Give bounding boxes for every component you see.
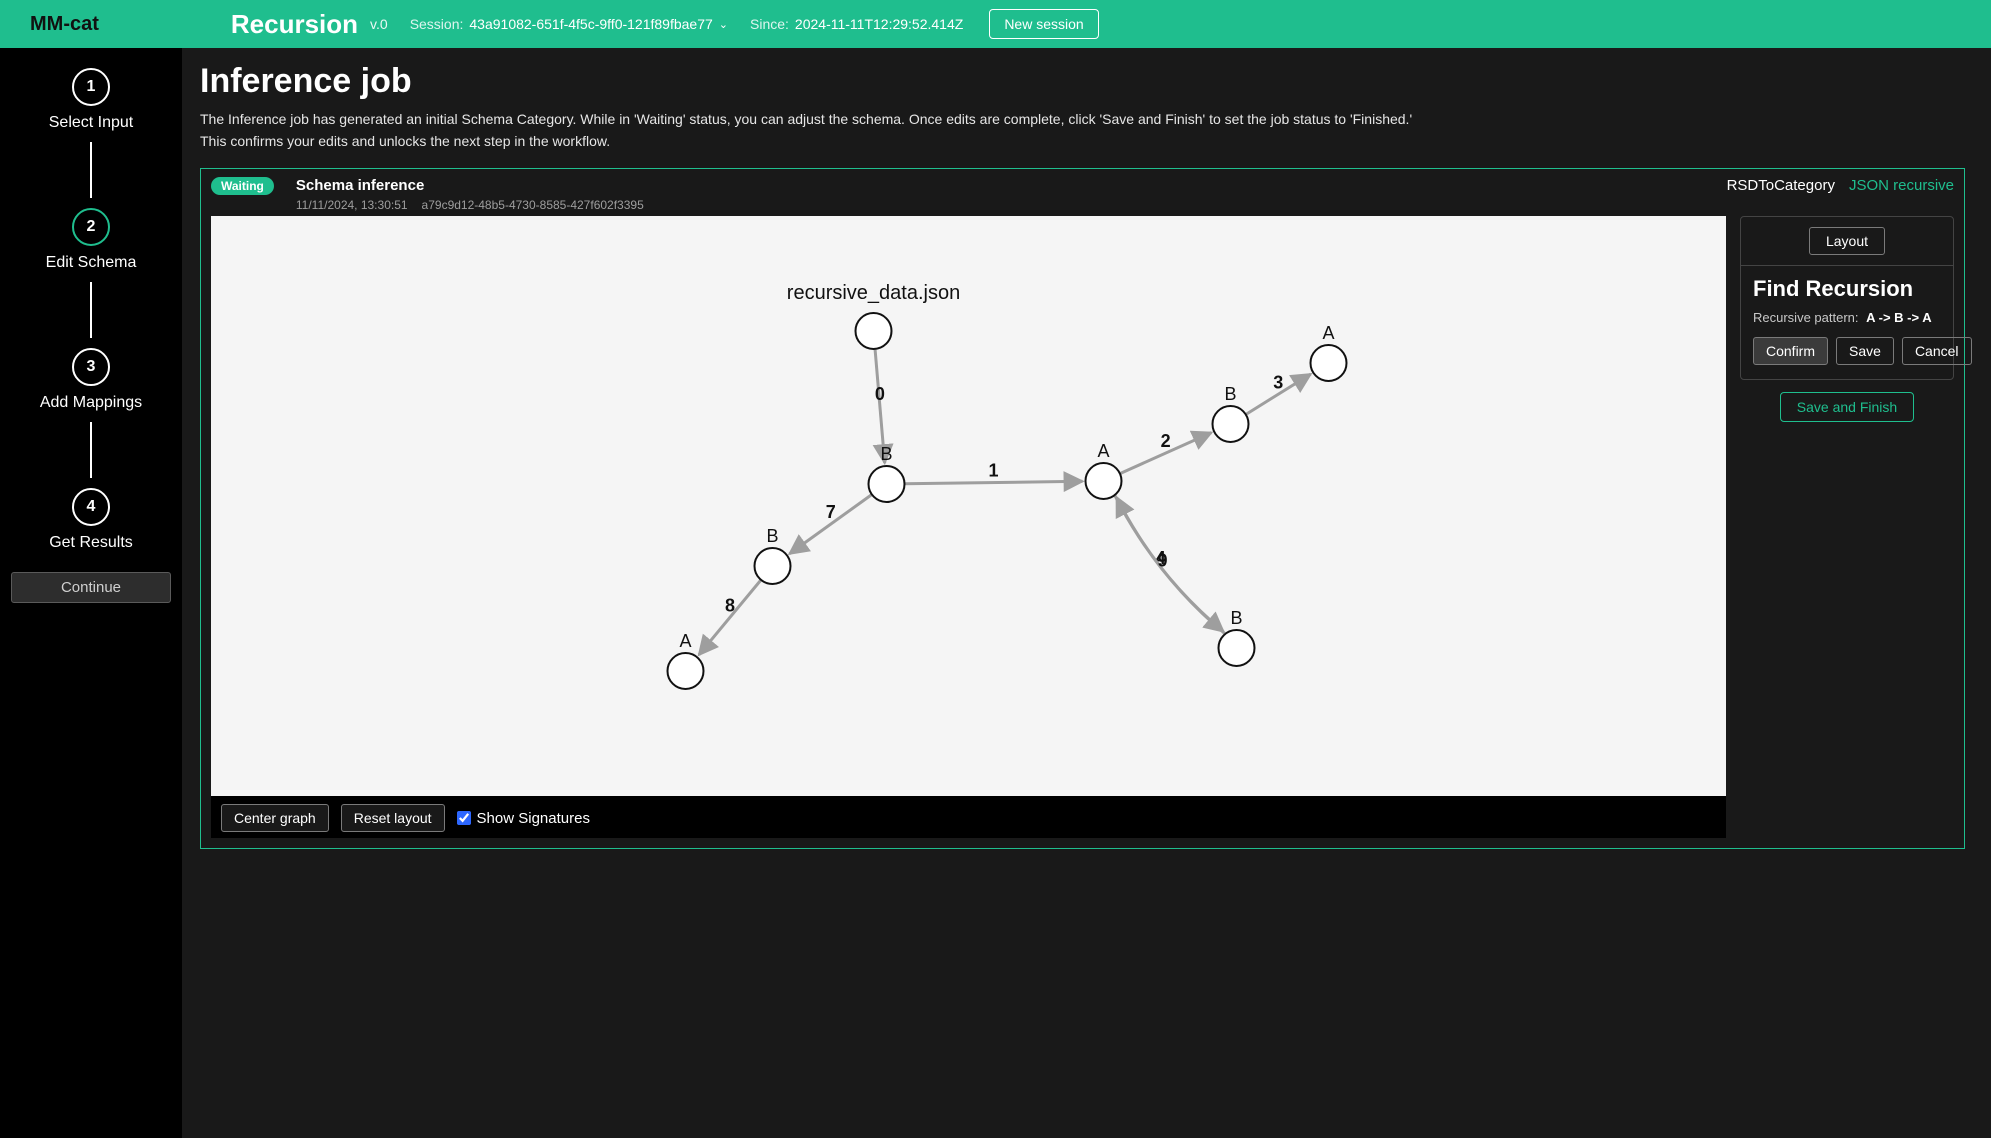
reset-layout-button[interactable]: Reset layout [341, 804, 445, 832]
brand-logo[interactable]: MM-cat [8, 13, 121, 36]
center-graph-button[interactable]: Center graph [221, 804, 329, 832]
job-title: Schema inference [296, 177, 644, 194]
new-session-button[interactable]: New session [989, 9, 1098, 39]
step-label: Add Mappings [40, 394, 142, 412]
edge-signature-label: 8 [725, 596, 735, 616]
workflow-stepper: 1 Select Input 2 Edit Schema 3 Add Mappi… [0, 48, 182, 1138]
session-label: Session: [410, 16, 464, 32]
edge-signature-label: 2 [1161, 431, 1171, 451]
inference-workspace: Waiting Schema inference 11/11/2024, 13:… [200, 168, 1965, 849]
graph-node[interactable] [1213, 406, 1249, 442]
step-select-input[interactable]: 1 Select Input [49, 68, 134, 132]
show-signatures-checkbox[interactable] [457, 811, 471, 825]
step-label: Get Results [49, 534, 133, 552]
graph-toolbar: Center graph Reset layout Show Signature… [211, 796, 1726, 838]
edge-signature-label: 0 [875, 384, 885, 404]
step-get-results[interactable]: 4 Get Results [49, 488, 133, 552]
step-connector [90, 282, 92, 338]
step-label: Select Input [49, 114, 134, 132]
status-badge: Waiting [211, 177, 274, 195]
graph-node-label: B [1224, 384, 1236, 404]
graph-node-label: A [679, 631, 691, 651]
recursion-card: Layout Find Recursion Recursive pattern:… [1740, 216, 1954, 380]
step-number: 3 [72, 348, 110, 386]
edge-signature-label: 1 [988, 461, 998, 481]
save-and-finish-button[interactable]: Save and Finish [1780, 392, 1914, 422]
graph-node-label: A [1322, 323, 1334, 343]
pattern-value: A -> B -> A [1866, 310, 1932, 325]
save-button[interactable]: Save [1836, 337, 1894, 365]
show-signatures-label: Show Signatures [477, 810, 590, 827]
project-version: v.0 [370, 16, 388, 32]
graph-node[interactable] [1311, 345, 1347, 381]
edge-signature-label: 7 [826, 502, 836, 522]
edge-signature-label: 9 [1157, 551, 1167, 571]
job-guid: a79c9d12-48b5-4730-8585-427f602f3395 [422, 198, 644, 212]
graph-node[interactable] [668, 653, 704, 689]
cancel-button[interactable]: Cancel [1902, 337, 1972, 365]
step-label: Edit Schema [46, 254, 137, 272]
job-kind: RSDToCategory [1727, 177, 1835, 194]
recursion-card-title: Find Recursion [1753, 276, 1941, 302]
pattern-label: Recursive pattern: [1753, 310, 1859, 325]
graph-node[interactable] [1219, 630, 1255, 666]
edge-signature-label: 3 [1273, 373, 1283, 393]
layout-button[interactable]: Layout [1809, 227, 1885, 255]
page-description: The Inference job has generated an initi… [200, 109, 1430, 152]
graph-node[interactable] [755, 548, 791, 584]
confirm-button[interactable]: Confirm [1753, 337, 1828, 365]
topbar: MM-cat Recursion v.0 Session: 43a91082-6… [0, 0, 1991, 48]
show-signatures-toggle[interactable]: Show Signatures [457, 810, 590, 827]
graph-node[interactable] [1086, 463, 1122, 499]
job-timestamp: 11/11/2024, 13:30:51 [296, 198, 408, 212]
action-panel: Layout Find Recursion Recursive pattern:… [1740, 216, 1954, 838]
main-content: Inference job The Inference job has gene… [182, 48, 1991, 1138]
step-connector [90, 142, 92, 198]
graph-node-label: B [766, 526, 778, 546]
schema-graph-canvas[interactable]: 01237849BABABABrecursive_data.json [211, 216, 1726, 796]
step-number: 1 [72, 68, 110, 106]
graph-edge[interactable] [904, 482, 1082, 484]
step-number: 4 [72, 488, 110, 526]
job-header: Waiting Schema inference 11/11/2024, 13:… [211, 177, 1954, 212]
since-value: 2024-11-11T12:29:52.414Z [795, 16, 963, 32]
step-number: 2 [72, 208, 110, 246]
graph-node-label: A [1097, 441, 1109, 461]
step-add-mappings[interactable]: 3 Add Mappings [40, 348, 142, 412]
continue-button[interactable]: Continue [11, 572, 171, 603]
graph-node[interactable] [856, 313, 892, 349]
step-connector [90, 422, 92, 478]
graph-edge[interactable] [1117, 498, 1226, 634]
graph-panel: 01237849BABABABrecursive_data.json Cente… [211, 216, 1726, 838]
session-dropdown-icon[interactable]: ⌄ [719, 18, 728, 31]
graph-node-label: B [880, 444, 892, 464]
graph-node-label: B [1230, 608, 1242, 628]
page-title: Inference job [200, 62, 1965, 101]
graph-edge[interactable] [1115, 495, 1224, 631]
step-edit-schema[interactable]: 2 Edit Schema [46, 208, 137, 272]
graph-root-label: recursive_data.json [787, 282, 960, 304]
schema-graph-svg[interactable]: 01237849BABABABrecursive_data.json [211, 216, 1726, 796]
job-link[interactable]: JSON recursive [1849, 177, 1954, 194]
since-label: Since: [750, 16, 789, 32]
session-id: 43a91082-651f-4f5c-9ff0-121f89fbae77 [469, 16, 712, 32]
project-name[interactable]: Recursion [231, 9, 358, 40]
graph-edge[interactable] [699, 580, 761, 655]
graph-node[interactable] [869, 466, 905, 502]
